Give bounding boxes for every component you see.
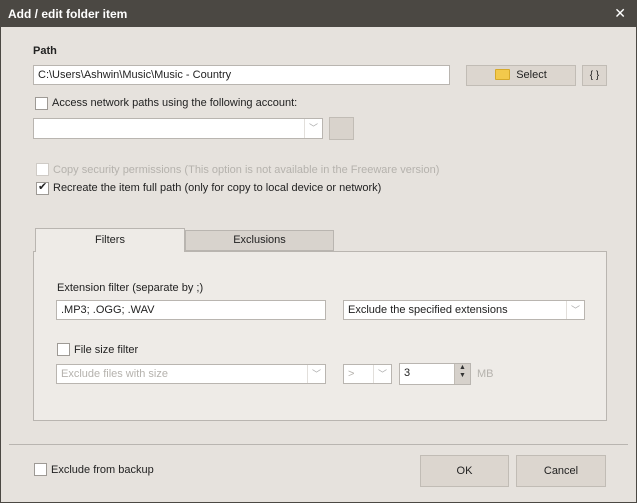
extension-filter-input[interactable]: .MP3; .OGG; .WAV (56, 300, 326, 320)
network-account-label: Access network paths using the following… (52, 97, 298, 109)
chevron-down-icon: ﹀ (307, 365, 325, 383)
select-button-label: Select (516, 69, 547, 81)
network-account-checkbox[interactable] (35, 97, 48, 110)
path-input[interactable]: C:\Users\Ashwin\Music\Music - Country (33, 65, 450, 85)
size-mode-value: Exclude files with size (61, 368, 168, 380)
extension-mode-dropdown[interactable]: Exclude the specified extensions ﹀ (343, 300, 585, 320)
select-button[interactable]: Select (466, 65, 576, 86)
spin-arrows-icon[interactable]: ▲ ▼ (454, 364, 470, 384)
filters-panel (33, 251, 607, 421)
title-bar: Add / edit folder item ✕ (1, 1, 636, 27)
size-value-stepper[interactable]: 3 ▲ ▼ (399, 363, 471, 385)
file-size-label: File size filter (74, 344, 139, 356)
chevron-down-icon: ﹀ (566, 301, 584, 319)
tab-filters[interactable]: Filters (35, 228, 185, 252)
exclude-backup-checkbox[interactable] (34, 463, 47, 476)
close-icon[interactable]: ✕ (614, 5, 626, 22)
recreate-path-checkbox[interactable]: ✔ (36, 181, 49, 195)
size-value: 3 (404, 367, 411, 379)
path-label: Path (33, 45, 57, 57)
copy-security-label: Copy security permissions (This option i… (53, 164, 440, 176)
copy-security-checkbox (36, 163, 49, 176)
dialog-title: Add / edit folder item (8, 7, 128, 21)
size-mode-dropdown: Exclude files with size ﹀ (56, 364, 326, 384)
variables-button[interactable]: { } (582, 65, 607, 86)
extension-mode-value: Exclude the specified extensions (348, 304, 508, 316)
recreate-path-label: Recreate the item full path (only for co… (53, 182, 382, 194)
exclude-backup-label: Exclude from backup (51, 464, 154, 476)
size-unit-label: MB (477, 368, 494, 380)
account-dropdown[interactable]: ﹀ (33, 118, 323, 139)
footer-divider (9, 444, 628, 445)
add-edit-folder-dialog: Add / edit folder item ✕ Path C:\Users\A… (0, 0, 637, 503)
chevron-down-icon: ﹀ (373, 365, 391, 383)
tab-exclusions[interactable]: Exclusions (185, 230, 334, 251)
size-operator-value: > (348, 368, 355, 380)
ok-button[interactable]: OK (420, 455, 509, 487)
extension-filter-label: Extension filter (separate by ;) (57, 282, 204, 294)
cancel-button[interactable]: Cancel (516, 455, 606, 487)
folder-icon (495, 68, 511, 80)
checkmark-icon: ✔ (38, 181, 48, 193)
chevron-down-icon: ﹀ (304, 119, 322, 138)
account-browse-button[interactable] (329, 117, 354, 140)
size-operator-dropdown: > ﹀ (343, 364, 392, 384)
file-size-checkbox[interactable] (57, 343, 70, 356)
